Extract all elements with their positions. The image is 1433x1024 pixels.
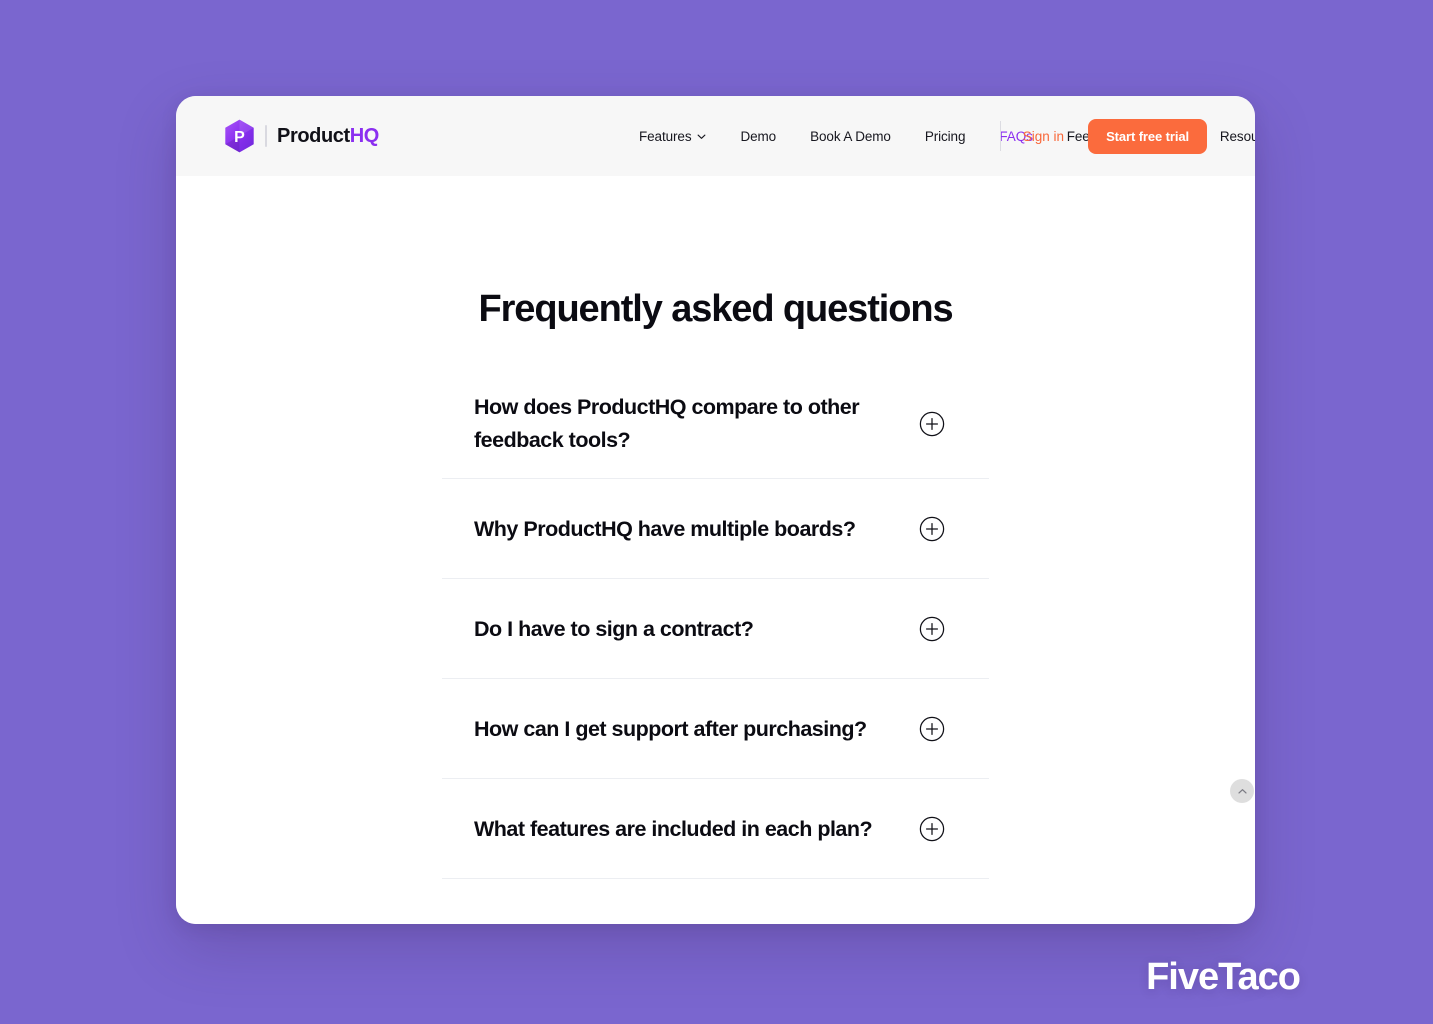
faq-question: Why ProductHQ have multiple boards? [474, 516, 856, 541]
site-header: P ProductHQ Features Demo Book A Demo Pr… [176, 96, 1255, 176]
brand-divider [265, 125, 267, 147]
scroll-to-top-button[interactable] [1230, 779, 1254, 803]
faq-item[interactable]: Do I have to sign a contract? [442, 579, 989, 680]
faq-item[interactable]: How can I get support after purchasing? [442, 679, 989, 780]
plus-circle-icon[interactable] [919, 716, 989, 742]
brand-name-primary: Product [277, 124, 350, 147]
brand-logo[interactable]: P ProductHQ [224, 119, 379, 153]
svg-text:P: P [234, 129, 245, 146]
nav-item-features[interactable]: Features [639, 129, 723, 144]
nav-item-pricing[interactable]: Pricing [908, 129, 983, 144]
brand-name-accent: HQ [349, 124, 380, 147]
start-free-trial-button[interactable]: Start free trial [1088, 118, 1207, 154]
faq-question: Do I have to sign a contract? [474, 616, 754, 641]
faq-item[interactable]: How does ProductHQ compare to other feed… [442, 369, 989, 480]
faq-question: What features are included in each plan? [474, 816, 873, 841]
plus-circle-icon[interactable] [919, 616, 989, 642]
nav-item-demo[interactable]: Demo [723, 129, 793, 144]
plus-circle-icon[interactable] [919, 816, 989, 842]
faq-question: How can I get support after purchasing? [474, 716, 867, 741]
page-title: Frequently asked questions [478, 288, 954, 330]
nav-item-label: Pricing [924, 128, 966, 144]
producthq-hexagon-icon: P [224, 119, 255, 153]
brand-wordmark: ProductHQ [277, 125, 379, 148]
chevron-up-icon [1237, 786, 1248, 797]
faq-item[interactable]: Why ProductHQ have multiple boards? [442, 479, 989, 580]
faq-question: How does ProductHQ compare to other feed… [474, 395, 860, 452]
nav-item-label: Book A Demo [810, 128, 891, 144]
fivetaco-watermark: FiveTaco [1146, 956, 1301, 998]
chevron-down-icon [697, 132, 706, 141]
nav-item-label: Resources [1219, 128, 1255, 144]
browser-card: P ProductHQ Features Demo Book A Demo Pr… [176, 96, 1255, 924]
page-content: Frequently asked questions How does Prod… [176, 288, 1255, 924]
nav-item-resources[interactable]: Resources [1203, 129, 1255, 144]
faq-item[interactable]: What features are included in each plan? [442, 779, 989, 880]
header-divider [999, 121, 1001, 151]
nav-item-label: Features [639, 128, 692, 144]
plus-circle-icon[interactable] [919, 516, 989, 542]
sign-in-link[interactable]: Sign in [1023, 129, 1064, 144]
faq-accordion: How does ProductHQ compare to other feed… [442, 369, 989, 880]
nav-item-label: Demo [740, 128, 777, 144]
plus-circle-icon[interactable] [919, 411, 989, 437]
header-actions: Sign in Start free trial [999, 118, 1207, 154]
nav-item-book-a-demo[interactable]: Book A Demo [793, 129, 908, 144]
